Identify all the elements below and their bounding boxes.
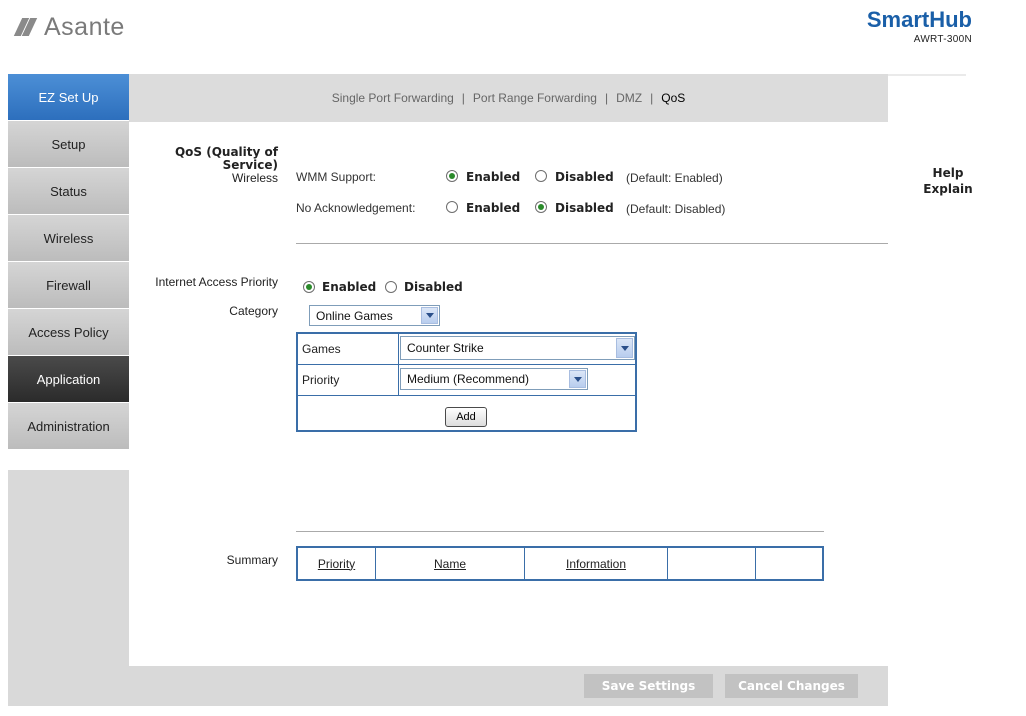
sidebar: EZ Set Up Setup Status Wireless Firewall…: [8, 74, 129, 450]
category-label: Category: [229, 304, 278, 318]
summary-col-name[interactable]: Name: [376, 548, 524, 579]
iap-enabled-radio[interactable]: [303, 281, 315, 293]
noack-label: No Acknowledgement:: [296, 201, 416, 215]
wmm-disabled-label: Disabled: [555, 170, 614, 184]
sidebar-item-firewall[interactable]: Firewall: [8, 262, 129, 309]
cancel-changes-button[interactable]: Cancel Changes: [725, 674, 858, 698]
section-divider: [296, 243, 888, 244]
asante-logo: Asante: [13, 10, 125, 44]
submenu-port-range-forwarding[interactable]: Port Range Forwarding: [473, 91, 597, 105]
sidebar-item-status[interactable]: Status: [8, 168, 129, 215]
priority-value: Medium (Recommend): [407, 372, 530, 386]
noack-default-text: (Default: Disabled): [626, 202, 726, 216]
wmm-enabled-radio[interactable]: [446, 170, 458, 182]
wmm-enabled-label: Enabled: [466, 170, 521, 184]
chevron-down-icon: [569, 370, 586, 388]
help-link[interactable]: Help: [888, 165, 1008, 181]
wmm-disabled-radio[interactable]: [535, 170, 547, 182]
submenu-separator: |: [461, 91, 465, 105]
sidebar-item-application[interactable]: Application: [8, 356, 129, 403]
submenu-dmz[interactable]: DMZ: [616, 91, 642, 105]
summary-col-information[interactable]: Information: [525, 548, 667, 579]
brand-block: SmartHub AWRT-300N: [867, 8, 972, 46]
submenu-separator: |: [604, 91, 609, 105]
summary-col-priority[interactable]: Priority: [298, 548, 375, 579]
summary-divider: [296, 531, 824, 532]
asante-logo-icon: [13, 16, 38, 38]
submenu-qos[interactable]: QoS: [661, 91, 685, 105]
noack-enabled-radio[interactable]: [446, 201, 458, 213]
wmm-default-text: (Default: Enabled): [626, 171, 723, 185]
logo-text: Asante: [44, 12, 125, 41]
priority-label: Priority: [302, 373, 340, 387]
sidebar-item-administration[interactable]: Administration: [8, 403, 129, 450]
iap-label: Internet Access Priority: [155, 275, 278, 289]
games-select[interactable]: Counter Strike: [400, 336, 635, 360]
submenu: Single Port Forwarding | Port Range Forw…: [129, 74, 888, 122]
sidebar-item-access-policy[interactable]: Access Policy: [8, 309, 129, 356]
noack-enabled-label: Enabled: [466, 201, 521, 215]
wireless-label: Wireless: [231, 171, 278, 185]
help-panel: Help Explain: [888, 165, 1008, 197]
model-name: AWRT-300N: [913, 34, 972, 45]
iap-disabled-radio[interactable]: [385, 281, 397, 293]
chevron-down-icon: [421, 307, 438, 324]
noack-disabled-label: Disabled: [555, 201, 614, 215]
brand-name: SmartHub: [866, 7, 972, 32]
iap-disabled-label: Disabled: [404, 280, 463, 294]
noack-disabled-radio[interactable]: [535, 201, 547, 213]
games-label: Games: [302, 342, 341, 356]
submenu-single-port-forwarding[interactable]: Single Port Forwarding: [332, 91, 454, 105]
sidebar-item-wireless[interactable]: Wireless: [8, 215, 129, 262]
wmm-label: WMM Support:: [296, 170, 377, 184]
submenu-separator: |: [650, 91, 654, 105]
chevron-down-icon: [616, 338, 633, 358]
priority-select[interactable]: Medium (Recommend): [400, 368, 588, 390]
sidebar-item-ez-setup[interactable]: EZ Set Up: [8, 74, 129, 121]
summary-table: Priority Name Information: [296, 546, 824, 581]
category-select[interactable]: Online Games: [309, 305, 440, 326]
category-value: Online Games: [316, 308, 393, 323]
iap-enabled-label: Enabled: [322, 280, 377, 294]
summary-label: Summary: [226, 553, 278, 567]
games-value: Counter Strike: [407, 341, 484, 355]
sidebar-item-setup[interactable]: Setup: [8, 121, 129, 168]
sidebar-filler: [8, 470, 129, 706]
save-settings-button[interactable]: Save Settings: [584, 674, 713, 698]
qos-section-title: QoS (Quality of Service) Wireless: [132, 146, 278, 185]
explain-link[interactable]: Explain: [888, 181, 1008, 197]
add-button[interactable]: Add: [445, 407, 487, 427]
